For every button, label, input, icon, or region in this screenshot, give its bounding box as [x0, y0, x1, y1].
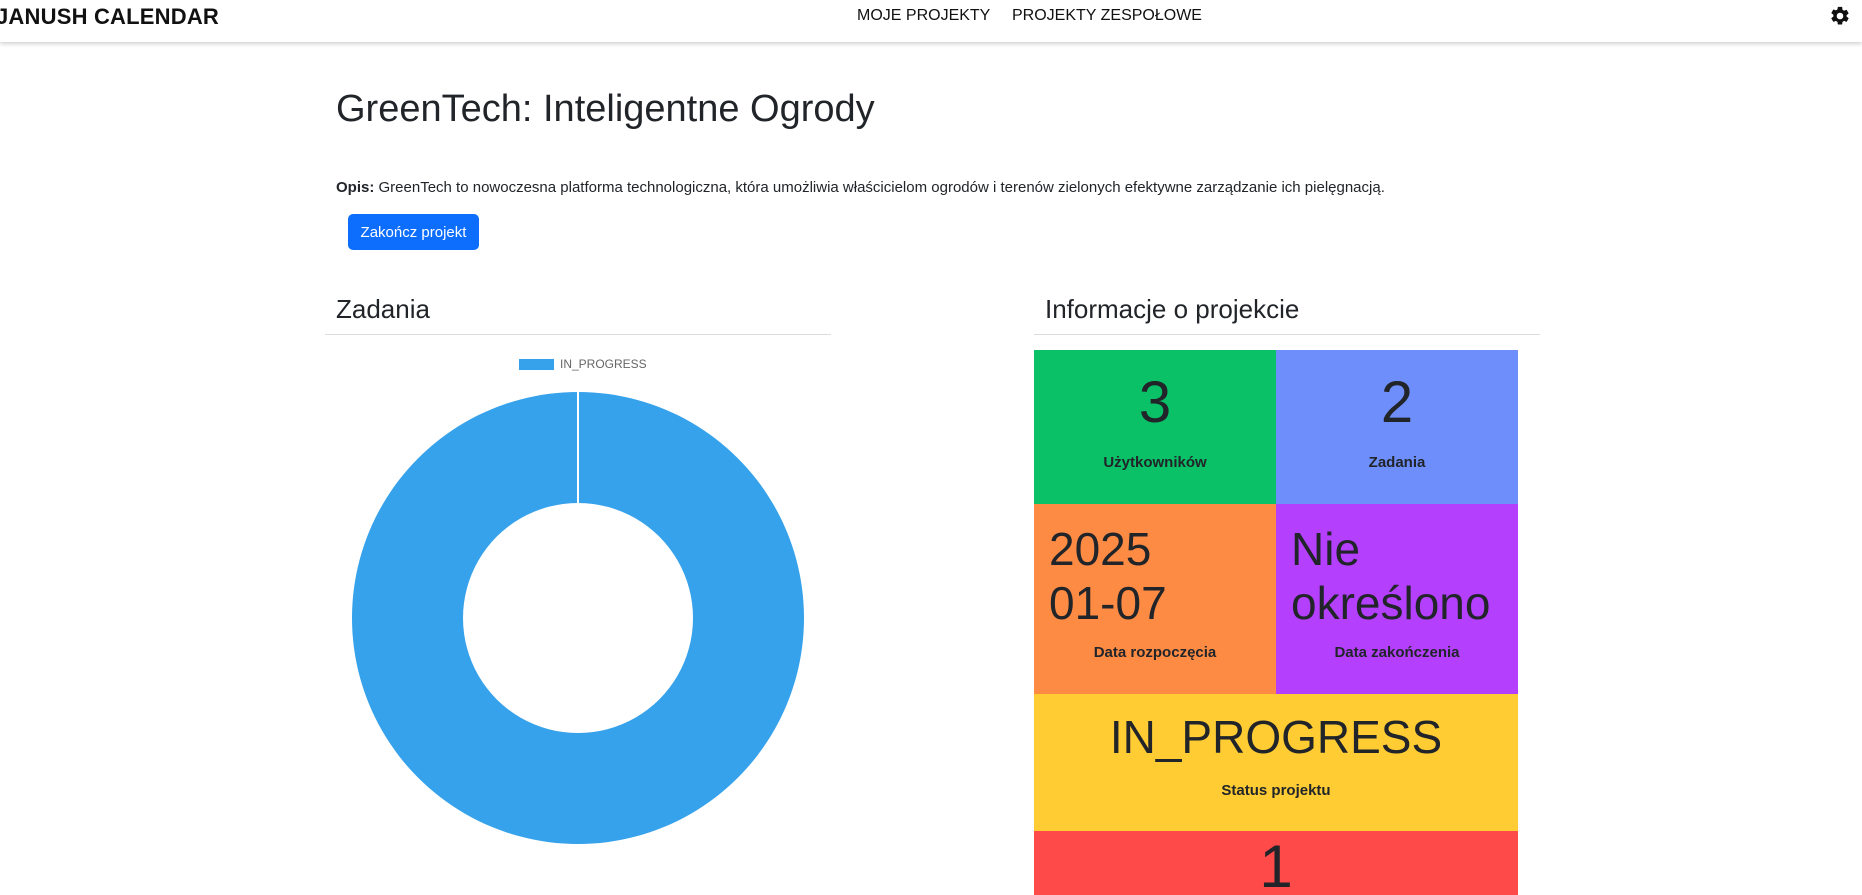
page-title: GreenTech: Inteligentne Ogrody [336, 88, 875, 130]
tasks-doughnut-chart [351, 392, 804, 844]
users-count-tile: 3 Użytkowników [1034, 350, 1276, 504]
start-date-tile: 2025 01-07 Data rozpoczęcia [1034, 504, 1276, 694]
tasks-count-tile: 2 Zadania [1276, 350, 1518, 504]
tasks-count-label: Zadania [1368, 454, 1426, 471]
project-description: Opis: GreenTech to nowoczesna platforma … [336, 179, 1385, 196]
tasks-section-title: Zadania [336, 294, 430, 324]
extra-count-value: 1 [1259, 833, 1293, 895]
tasks-count-value: 2 [1380, 370, 1414, 435]
description-text: GreenTech to nowoczesna platforma techno… [374, 179, 1385, 196]
nav-my-projects[interactable]: MOJE PROJEKTY [857, 7, 990, 25]
extra-count-tile: 1 [1034, 831, 1518, 895]
gear-icon[interactable] [1829, 5, 1851, 27]
end-date-tile: Nie określono Data zakończenia [1276, 504, 1518, 694]
start-date-day: 01-07 [1049, 577, 1167, 629]
info-divider [1034, 334, 1540, 335]
project-status-label: Status projektu [1221, 782, 1331, 799]
end-date-value: Nie określono [1291, 522, 1516, 630]
info-section-title: Informacje o projekcie [1045, 294, 1300, 324]
finish-project-button[interactable]: Zakończ projekt [348, 214, 479, 250]
start-date-value: 2025 01-07 [1049, 522, 1274, 630]
end-date-label: Data zakończenia [1334, 644, 1460, 661]
project-status-tile: IN_PROGRESS Status projektu [1034, 694, 1518, 831]
end-date-line2: określono [1291, 577, 1491, 629]
brand-logo[interactable]: JANUSH CALENDAR [0, 4, 219, 30]
description-label: Opis: [336, 179, 375, 196]
start-date-label: Data rozpoczęcia [1093, 644, 1217, 661]
end-date-line1: Nie [1291, 523, 1361, 575]
start-date-year: 2025 [1049, 523, 1152, 575]
users-count-label: Użytkowników [1103, 454, 1207, 471]
users-count-value: 3 [1138, 370, 1172, 435]
tasks-divider [325, 334, 831, 335]
nav-team-projects[interactable]: PROJEKTY ZESPOŁOWE [1012, 7, 1202, 25]
project-status-value: IN_PROGRESS [1109, 711, 1443, 763]
top-navbar: JANUSH CALENDAR MOJE PROJEKTY PROJEKTY Z… [0, 0, 1862, 42]
